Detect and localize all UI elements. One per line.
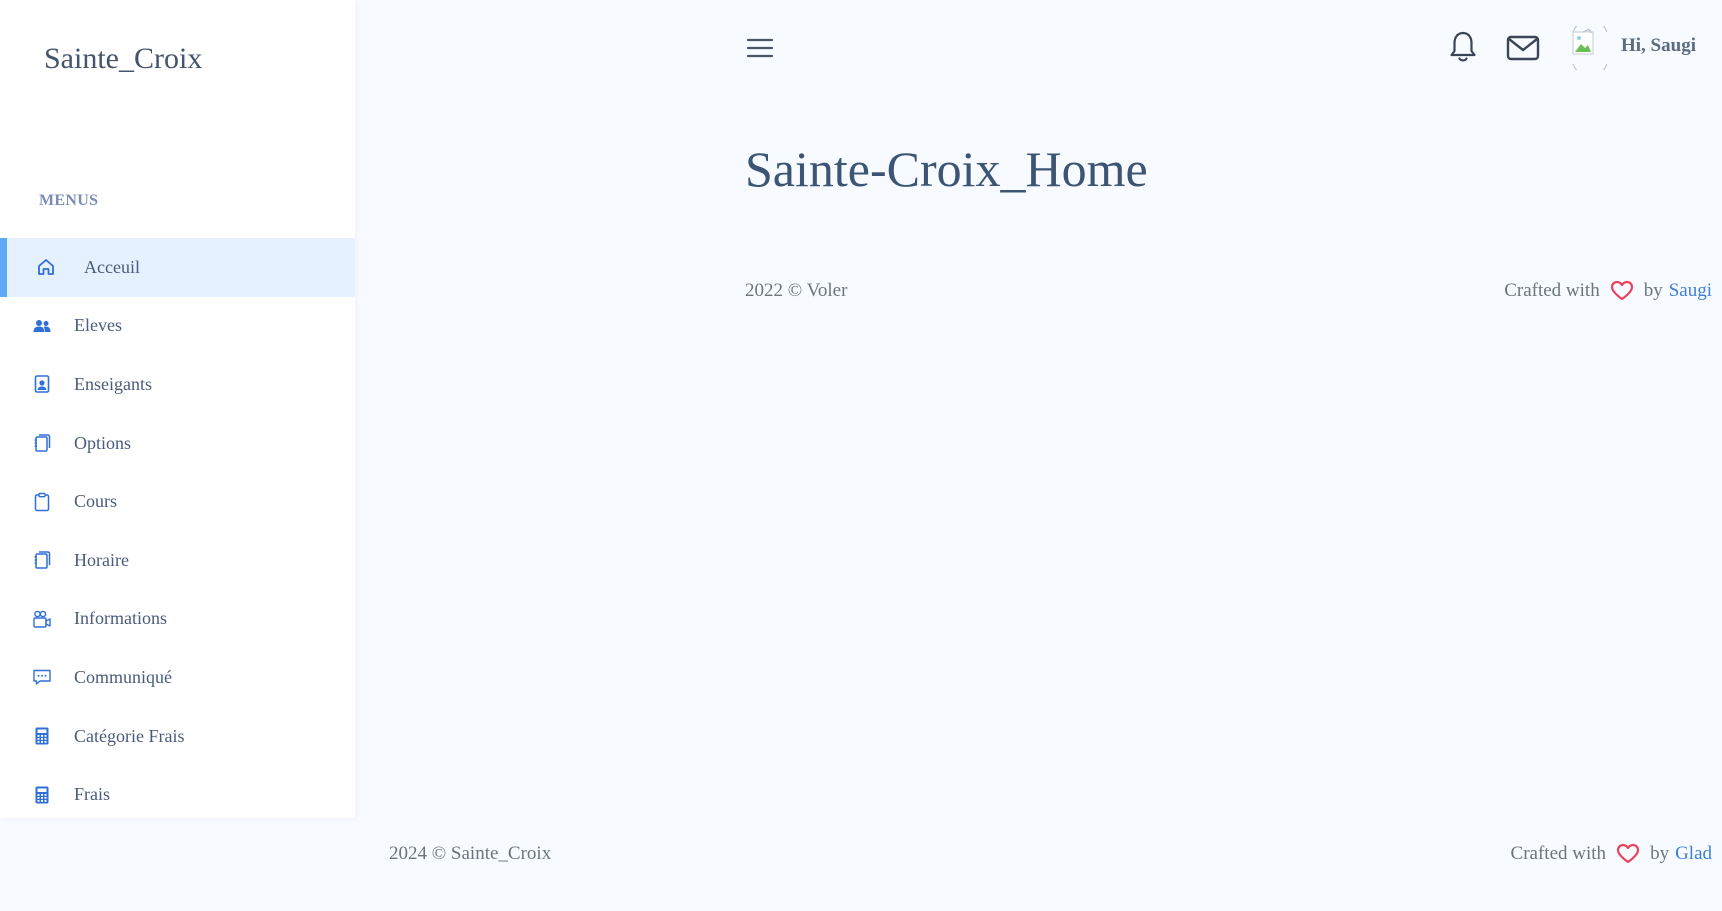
sidebar-item-label: Frais [74,784,110,805]
menu-section-title: MENUS [39,192,99,209]
bell-icon[interactable] [1448,30,1478,64]
sidebar-item-label: Communiqué [74,666,172,687]
users-icon [32,316,52,336]
home-icon [36,257,56,277]
calculator-icon [32,785,52,805]
sidebar-item-cours[interactable]: Cours [0,472,355,531]
calculator-icon [32,726,52,746]
sidebar-menu: Acceuil Eleves Enseigants Options Cours … [0,238,355,824]
inner-footer-credits: Crafted with by Saugi [1504,280,1712,302]
journals-icon [32,550,52,570]
sidebar-item-acceuil[interactable]: Acceuil [0,238,355,297]
sidebar-item-informations[interactable]: Informations [0,590,355,649]
sidebar-item-label: Acceuil [84,256,140,277]
by-text: by [1650,843,1670,864]
user-greeting[interactable]: Hi, Saugi [1621,35,1696,57]
sidebar-item-eleves[interactable]: Eleves [0,297,355,356]
sidebar-item-options[interactable]: Options [0,414,355,473]
sidebar-item-horaire[interactable]: Horaire [0,531,355,590]
person-badge-icon [32,374,52,394]
sidebar-item-label: Eleves [74,315,122,336]
sidebar-item-label: Catégorie Frais [74,725,185,746]
journals-icon [32,433,52,453]
inner-footer-copyright: 2022 © Voler [745,280,848,301]
sidebar-item-label: Options [74,432,132,453]
sidebar: Sainte_Croix MENUS Acceuil Eleves Enseig… [0,0,355,818]
author-link[interactable]: Saugi [1669,280,1712,302]
mail-icon[interactable] [1506,34,1540,62]
sidebar-item-label: Cours [74,491,118,512]
heart-icon [1616,843,1640,865]
author-link[interactable]: Glad [1675,843,1712,865]
crafted-with-text: Crafted with [1504,280,1600,301]
crafted-with-text: Crafted with [1510,843,1607,864]
sidebar-item-frais[interactable]: Frais [0,765,355,824]
sidebar-item-enseigants[interactable]: Enseigants [0,355,355,414]
footer-copyright: 2024 © Sainte_Croix [389,843,552,864]
chat-dots-icon [32,667,52,687]
footer-credits: Crafted with by Glad [1511,843,1712,865]
sidebar-item-communique[interactable]: Communiqué [0,648,355,707]
avatar[interactable] [1569,19,1611,77]
sidebar-item-label: Enseigants [74,373,152,394]
clipboard-icon [32,492,52,512]
by-text: by [1643,280,1663,301]
sidebar-item-categorie-frais[interactable]: Catégorie Frais [0,707,355,766]
app-root: Sainte_Croix MENUS Acceuil Eleves Enseig… [0,0,1722,911]
brand-logo[interactable]: Sainte_Croix [44,42,202,76]
people-video-icon [32,609,52,629]
heart-icon [1610,280,1634,302]
sidebar-item-label: Informations [74,608,167,629]
page-title: Sainte-Croix_Home [745,141,1148,197]
sidebar-item-label: Horaire [74,549,129,570]
hamburger-menu-icon[interactable] [746,36,774,60]
